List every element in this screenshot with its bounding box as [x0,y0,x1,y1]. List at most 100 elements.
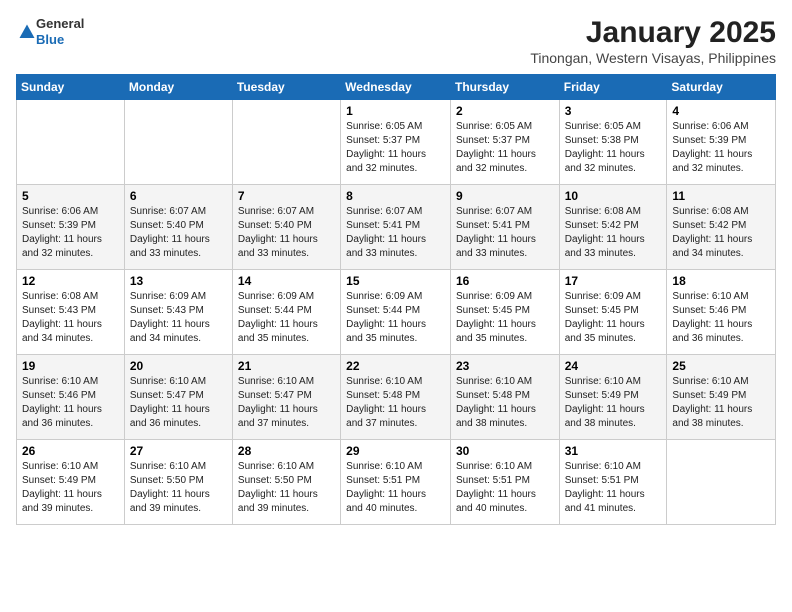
day-info: Sunrise: 6:10 AM Sunset: 5:47 PM Dayligh… [238,375,335,431]
calendar-cell: 23Sunrise: 6:10 AM Sunset: 5:48 PM Dayli… [450,355,559,440]
day-number: 9 [456,189,554,203]
day-info: Sunrise: 6:10 AM Sunset: 5:50 PM Dayligh… [238,460,335,516]
calendar-cell: 30 Sunrise: 6:10 AM Sunset: 5:51 PM Dayli… [450,440,559,525]
day-number: 22 [346,359,445,373]
day-info: Sunrise: 6:06 AM Sunset: 5:39 PM Dayligh… [22,205,119,261]
calendar-cell: 13Sunrise: 6:09 AM Sunset: 5:43 PM Dayli… [124,270,232,355]
day-number: 26 [22,444,119,458]
day-number: 7 [238,189,335,203]
day-info: Sunrise: 6:10 AM Sunset: 5:51 PM Dayligh… [456,460,554,516]
calendar-cell: 28 Sunrise: 6:10 AM Sunset: 5:50 PM Dayli… [232,440,340,525]
calendar-cell [124,100,232,185]
page-header: General Blue January 2025 Tinongan, West… [16,16,776,66]
day-info: Sunrise: 6:09 AM Sunset: 5:43 PM Dayligh… [130,290,227,346]
calendar-day-header: Thursday [450,75,559,100]
calendar-cell: 27 Sunrise: 6:10 AM Sunset: 5:50 PM Dayli… [124,440,232,525]
logo: General Blue [16,16,84,47]
calendar-day-header: Monday [124,75,232,100]
day-number: 2 [456,104,554,118]
day-number: 25 [672,359,770,373]
day-info: Sunrise: 6:08 AM Sunset: 5:42 PM Dayligh… [565,205,662,261]
day-info: Sunrise: 6:05 AM Sunset: 5:37 PM Dayligh… [456,120,554,176]
day-info: Sunrise: 6:10 AM Sunset: 5:49 PM Dayligh… [565,375,662,431]
calendar-cell: 9 Sunrise: 6:07 AM Sunset: 5:41 PM Daylig… [450,185,559,270]
logo-icon [18,23,36,41]
day-info: Sunrise: 6:10 AM Sunset: 5:49 PM Dayligh… [672,375,770,431]
calendar-cell: 22Sunrise: 6:10 AM Sunset: 5:48 PM Dayli… [341,355,451,440]
day-number: 3 [565,104,662,118]
day-number: 15 [346,274,445,288]
calendar-cell: 19Sunrise: 6:10 AM Sunset: 5:46 PM Dayli… [17,355,125,440]
calendar-day-header: Wednesday [341,75,451,100]
day-number: 28 [238,444,335,458]
day-info: Sunrise: 6:07 AM Sunset: 5:41 PM Dayligh… [456,205,554,261]
calendar-cell: 31Sunrise: 6:10 AM Sunset: 5:51 PM Dayli… [559,440,667,525]
calendar-cell: 29Sunrise: 6:10 AM Sunset: 5:51 PM Dayli… [341,440,451,525]
day-info: Sunrise: 6:07 AM Sunset: 5:40 PM Dayligh… [238,205,335,261]
calendar-cell: 12 Sunrise: 6:08 AM Sunset: 5:43 PM Dayli… [17,270,125,355]
day-number: 14 [238,274,335,288]
day-number: 17 [565,274,662,288]
calendar-cell: 21 Sunrise: 6:10 AM Sunset: 5:47 PM Dayli… [232,355,340,440]
calendar-cell: 8Sunrise: 6:07 AM Sunset: 5:41 PM Daylig… [341,185,451,270]
title-area: January 2025 Tinongan, Western Visayas, … [530,16,776,66]
day-info: Sunrise: 6:09 AM Sunset: 5:44 PM Dayligh… [346,290,445,346]
day-number: 10 [565,189,662,203]
calendar-cell [17,100,125,185]
calendar-cell: 4 Sunrise: 6:06 AM Sunset: 5:39 PM Daylig… [667,100,776,185]
logo-blue: Blue [36,32,84,48]
calendar-week-row: 12 Sunrise: 6:08 AM Sunset: 5:43 PM Dayli… [17,270,776,355]
calendar-cell: 17Sunrise: 6:09 AM Sunset: 5:45 PM Dayli… [559,270,667,355]
day-number: 4 [672,104,770,118]
day-number: 6 [130,189,227,203]
day-info: Sunrise: 6:05 AM Sunset: 5:38 PM Dayligh… [565,120,662,176]
calendar-week-row: 5Sunrise: 6:06 AM Sunset: 5:39 PM Daylig… [17,185,776,270]
calendar-cell: 25 Sunrise: 6:10 AM Sunset: 5:49 PM Dayli… [667,355,776,440]
day-info: Sunrise: 6:10 AM Sunset: 5:51 PM Dayligh… [565,460,662,516]
calendar-cell: 18 Sunrise: 6:10 AM Sunset: 5:46 PM Dayli… [667,270,776,355]
calendar-cell: 16Sunrise: 6:09 AM Sunset: 5:45 PM Dayli… [450,270,559,355]
day-number: 30 [456,444,554,458]
calendar-cell: 2 Sunrise: 6:05 AM Sunset: 5:37 PM Daylig… [450,100,559,185]
day-info: Sunrise: 6:09 AM Sunset: 5:44 PM Dayligh… [238,290,335,346]
calendar-week-row: 1 Sunrise: 6:05 AM Sunset: 5:37 PM Daylig… [17,100,776,185]
day-number: 11 [672,189,770,203]
calendar-day-header: Friday [559,75,667,100]
calendar-cell: 24 Sunrise: 6:10 AM Sunset: 5:49 PM Dayli… [559,355,667,440]
day-info: Sunrise: 6:10 AM Sunset: 5:49 PM Dayligh… [22,460,119,516]
calendar-cell: 5Sunrise: 6:06 AM Sunset: 5:39 PM Daylig… [17,185,125,270]
calendar-cell: 6Sunrise: 6:07 AM Sunset: 5:40 PM Daylig… [124,185,232,270]
day-number: 21 [238,359,335,373]
calendar-cell: 11Sunrise: 6:08 AM Sunset: 5:42 PM Dayli… [667,185,776,270]
calendar-cell: 10 Sunrise: 6:08 AM Sunset: 5:42 PM Dayli… [559,185,667,270]
day-number: 1 [346,104,445,118]
calendar-header-row: SundayMondayTuesdayWednesdayThursdayFrid… [17,75,776,100]
day-info: Sunrise: 6:06 AM Sunset: 5:39 PM Dayligh… [672,120,770,176]
day-number: 23 [456,359,554,373]
calendar-cell: 26 Sunrise: 6:10 AM Sunset: 5:49 PM Dayli… [17,440,125,525]
logo-general: General [36,16,84,32]
day-number: 18 [672,274,770,288]
calendar-day-header: Saturday [667,75,776,100]
day-info: Sunrise: 6:09 AM Sunset: 5:45 PM Dayligh… [456,290,554,346]
calendar-cell [667,440,776,525]
day-number: 24 [565,359,662,373]
calendar-week-row: 19Sunrise: 6:10 AM Sunset: 5:46 PM Dayli… [17,355,776,440]
day-number: 19 [22,359,119,373]
calendar-cell: 7 Sunrise: 6:07 AM Sunset: 5:40 PM Daylig… [232,185,340,270]
calendar-day-header: Sunday [17,75,125,100]
logo-text: General Blue [36,16,84,47]
day-number: 20 [130,359,227,373]
day-info: Sunrise: 6:07 AM Sunset: 5:41 PM Dayligh… [346,205,445,261]
location-title: Tinongan, Western Visayas, Philippines [530,50,776,66]
calendar-week-row: 26 Sunrise: 6:10 AM Sunset: 5:49 PM Dayli… [17,440,776,525]
day-number: 27 [130,444,227,458]
day-number: 12 [22,274,119,288]
day-info: Sunrise: 6:10 AM Sunset: 5:47 PM Dayligh… [130,375,227,431]
day-info: Sunrise: 6:10 AM Sunset: 5:50 PM Dayligh… [130,460,227,516]
day-info: Sunrise: 6:10 AM Sunset: 5:46 PM Dayligh… [672,290,770,346]
day-info: Sunrise: 6:08 AM Sunset: 5:43 PM Dayligh… [22,290,119,346]
calendar-cell: 1 Sunrise: 6:05 AM Sunset: 5:37 PM Daylig… [341,100,451,185]
day-info: Sunrise: 6:05 AM Sunset: 5:37 PM Dayligh… [346,120,445,176]
calendar-cell: 20 Sunrise: 6:10 AM Sunset: 5:47 PM Dayli… [124,355,232,440]
